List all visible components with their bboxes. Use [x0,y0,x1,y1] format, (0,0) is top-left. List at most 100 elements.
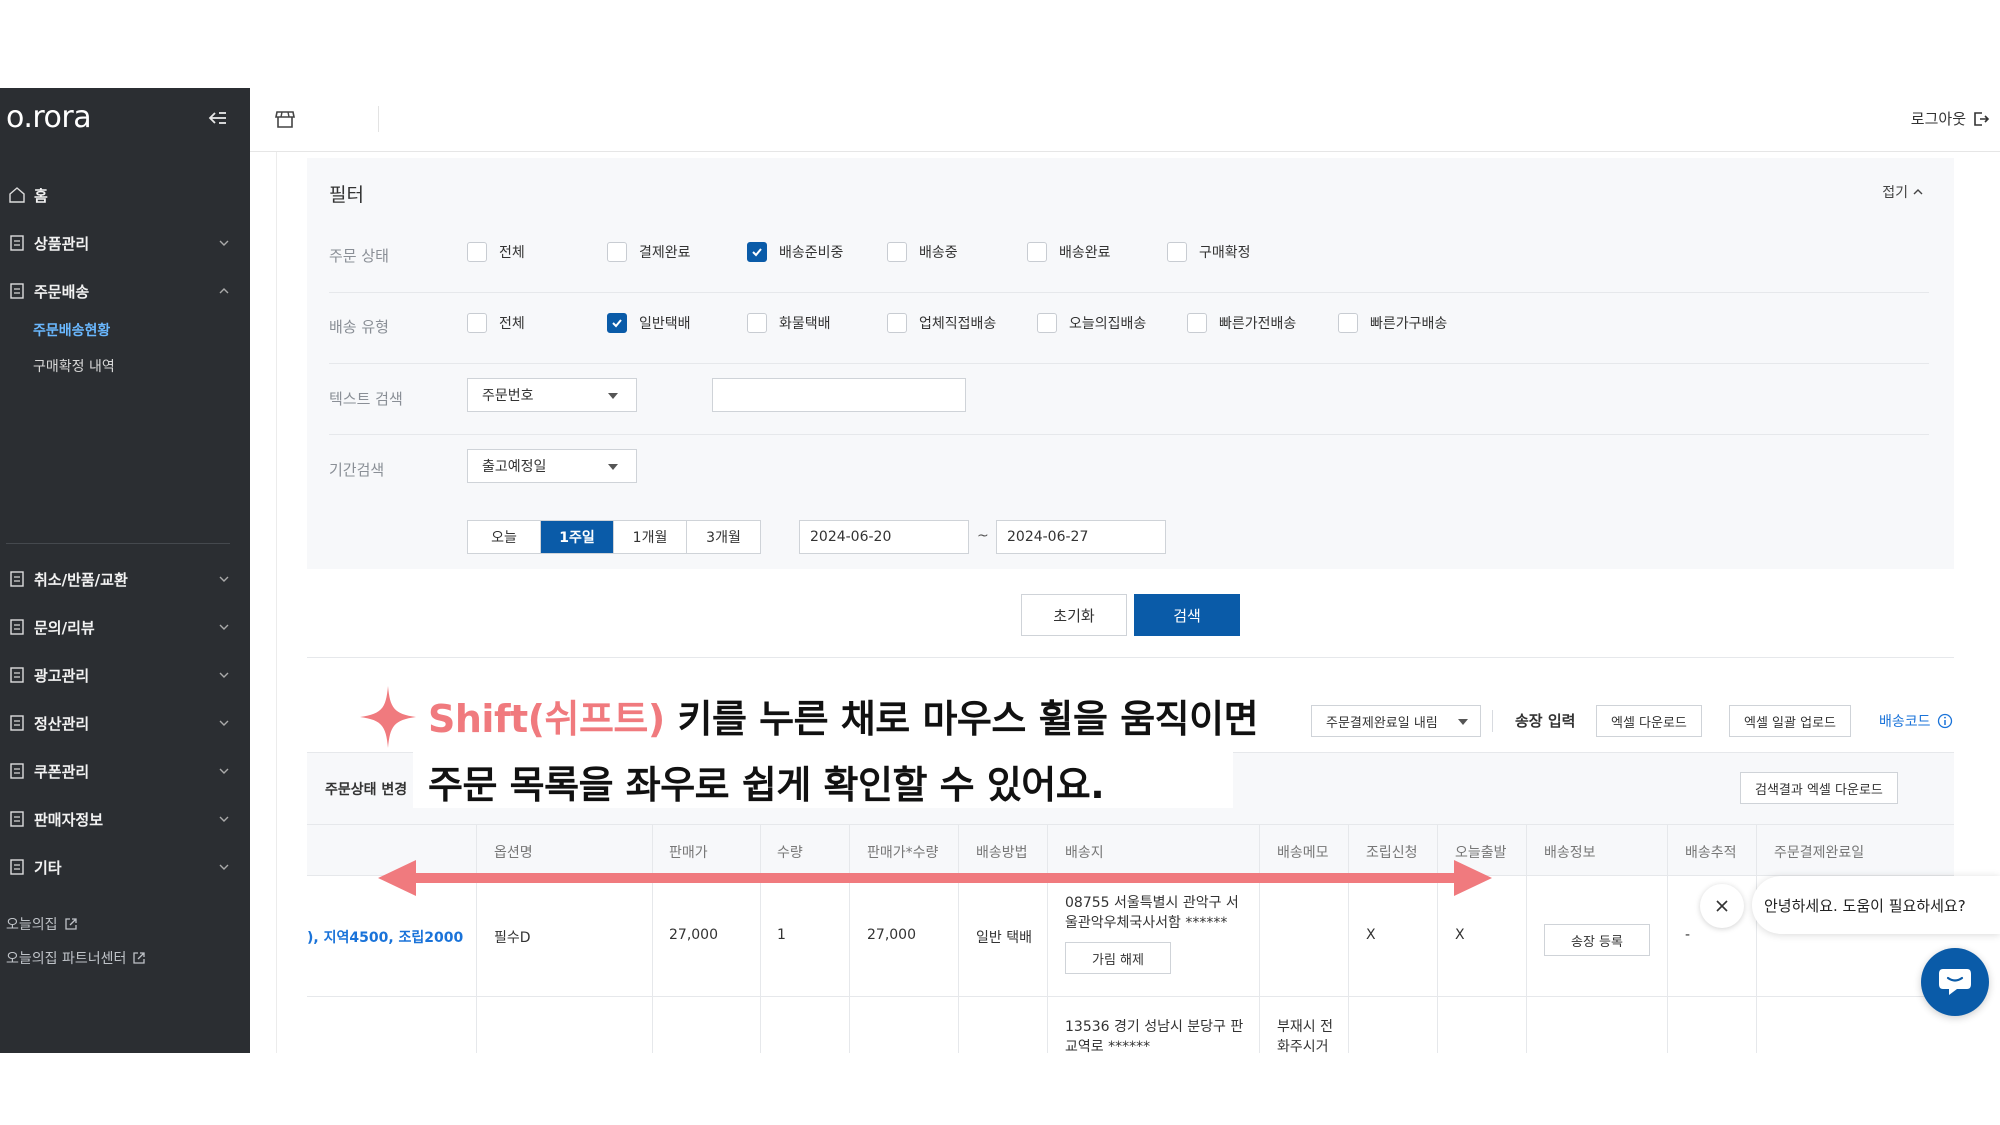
checkbox-label: 화물택배 [779,316,831,332]
sidebar-item-label: 기타 [34,858,62,877]
search-input[interactable] [712,378,966,412]
search-field-select[interactable]: 주문번호 [467,378,637,412]
date-field-select[interactable]: 출고예정일 [467,449,637,483]
sidebar-item-etc[interactable]: 기타 [0,850,250,884]
checkbox-box-checked[interactable] [747,242,767,262]
document-icon [10,619,24,635]
period-search-label: 기간검색 [329,461,385,479]
sidebar-subitem-purchase-confirm[interactable]: 구매확정 내역 [33,356,115,376]
checkbox-status-all[interactable]: 전체 [467,242,525,262]
checkbox-box[interactable] [467,313,487,333]
sidebar-item-products[interactable]: 상품관리 [0,226,250,260]
chat-greeting-bubble[interactable]: 안녕하세요. 도움이 필요하세요? [1752,876,2000,934]
checkbox-type-parcel[interactable]: 일반택배 [607,313,691,333]
sidebar-item-orders[interactable]: 주문배송 [0,274,250,308]
price-detail-link[interactable]: ), 지역4500, 조립2000 [307,927,463,947]
checkbox-box[interactable] [747,313,767,333]
checkbox-box-checked[interactable] [607,313,627,333]
caret-down-icon [608,464,618,470]
checkbox-label: 배송중 [919,245,958,261]
sidebar-item-settlement[interactable]: 정산관리 [0,706,250,740]
topbar-divider [378,106,379,132]
checkbox-type-all[interactable]: 전체 [467,313,525,333]
checkbox-status-shipping[interactable]: 배송중 [887,242,958,262]
checkbox-type-ohouse[interactable]: 오늘의집배송 [1037,313,1146,333]
home-icon [9,187,25,203]
checkbox-status-confirmed[interactable]: 구매확정 [1167,242,1251,262]
external-link-label: 오늘의집 파트너센터 [6,951,127,967]
result-excel-download-button[interactable]: 검색결과 엑셀 다운로드 [1740,772,1898,804]
checkbox-label: 전체 [499,316,525,332]
document-icon [10,667,24,683]
checkbox-box[interactable] [1027,242,1047,262]
reset-button[interactable]: 초기화 [1021,594,1127,636]
checkbox-box[interactable] [467,242,487,262]
checkbox-box[interactable] [1338,313,1358,333]
address-line-2: 울관악우체국사서함 ****** [1065,915,1228,931]
checkbox-status-delivered[interactable]: 배송완료 [1027,242,1111,262]
logout-button[interactable]: 로그아웃 [1911,108,1990,129]
checkbox-type-fast-appliance[interactable]: 빠른가전배송 [1187,313,1296,333]
chevron-down-icon [219,672,229,678]
checkbox-box[interactable] [1167,242,1187,262]
checkbox-label: 배송완료 [1059,245,1111,261]
unmask-button[interactable]: 가림 해제 [1065,942,1171,974]
period-week-button[interactable]: 1주일 [541,521,614,553]
app-window: o.rora 홈 상품관리 주문배송 주문배송현황 구매확정 내역 취소/반품/… [0,88,2000,1053]
chat-launcher-button[interactable] [1921,948,1989,1016]
checkbox-type-direct[interactable]: 업체직접배송 [887,313,996,333]
method-cell: 일반 택배 [976,930,1032,946]
chevron-up-icon [1913,189,1923,195]
checkbox-box[interactable] [1187,313,1207,333]
fold-button[interactable]: 접기 [1882,182,1924,202]
column-header: 주문결제완료일 [1774,845,1865,861]
sidebar-item-coupons[interactable]: 쿠폰관리 [0,754,250,788]
annotation-line-1: Shift(쉬프트) 키를 누른 채로 마우스 휠을 움직이면 [428,688,1259,743]
column-divider [1667,824,1668,1053]
sidebar-item-ads[interactable]: 광고관리 [0,658,250,692]
search-button[interactable]: 검색 [1134,594,1240,636]
sidebar-item-seller-info[interactable]: 판매자정보 [0,802,250,836]
external-link-ohouse[interactable]: 오늘의집 [6,914,78,934]
chat-close-button[interactable] [1700,884,1744,928]
checkbox-box[interactable] [887,242,907,262]
end-date-input[interactable]: 2024-06-27 [996,520,1166,554]
chevron-down-icon [219,576,229,582]
store-icon[interactable] [274,108,296,130]
fold-label: 접기 [1882,185,1908,201]
sidebar-item-label: 판매자정보 [34,810,104,829]
checkbox-box[interactable] [607,242,627,262]
excel-upload-button[interactable]: 엑셀 일괄 업로드 [1729,705,1851,737]
external-link-partner-center[interactable]: 오늘의집 파트너센터 [6,948,146,968]
start-date-input[interactable]: 2024-06-20 [799,520,969,554]
price-cell: 27,000 [669,927,718,943]
checkbox-box[interactable] [887,313,907,333]
logout-label: 로그아웃 [1910,110,1966,128]
status-change-label: 주문상태 변경 [325,782,408,798]
document-icon [10,811,24,827]
sidebar-item-inquiry-review[interactable]: 문의/리뷰 [0,610,250,644]
checkbox-status-preparing[interactable]: 배송준비중 [747,242,843,262]
excel-download-button[interactable]: 엑셀 다운로드 [1596,705,1702,737]
collapse-sidebar-icon[interactable] [208,110,228,126]
sidebar-item-label: 취소/반품/교환 [34,570,128,589]
invoice-input-label: 송장 입력 [1515,712,1576,730]
sidebar-item-home[interactable]: 홈 [0,178,250,212]
period-3month-button[interactable]: 3개월 [687,521,760,553]
document-icon [10,715,24,731]
register-invoice-button[interactable]: 송장 등록 [1544,924,1650,956]
section-divider [307,657,1954,658]
memo-line-2: 화주시거 [1277,1039,1329,1053]
checkbox-status-paid[interactable]: 결제완료 [607,242,691,262]
sidebar-subitem-order-status[interactable]: 주문배송현황 [33,320,110,340]
period-button-group: 오늘 1주일 1개월 3개월 [467,520,761,554]
period-month-button[interactable]: 1개월 [614,521,687,553]
checkbox-box[interactable] [1037,313,1057,333]
checkbox-type-fast-furniture[interactable]: 빠른가구배송 [1338,313,1447,333]
delivery-code-link[interactable]: 배송코드 [1879,711,1953,731]
sort-select[interactable]: 주문결제완료일 내림 [1311,705,1481,737]
period-today-button[interactable]: 오늘 [468,521,541,553]
sidebar-item-cancel-return[interactable]: 취소/반품/교환 [0,562,250,596]
checkbox-type-freight[interactable]: 화물택배 [747,313,831,333]
annotation-highlight: Shift(쉬프트) [428,697,665,741]
